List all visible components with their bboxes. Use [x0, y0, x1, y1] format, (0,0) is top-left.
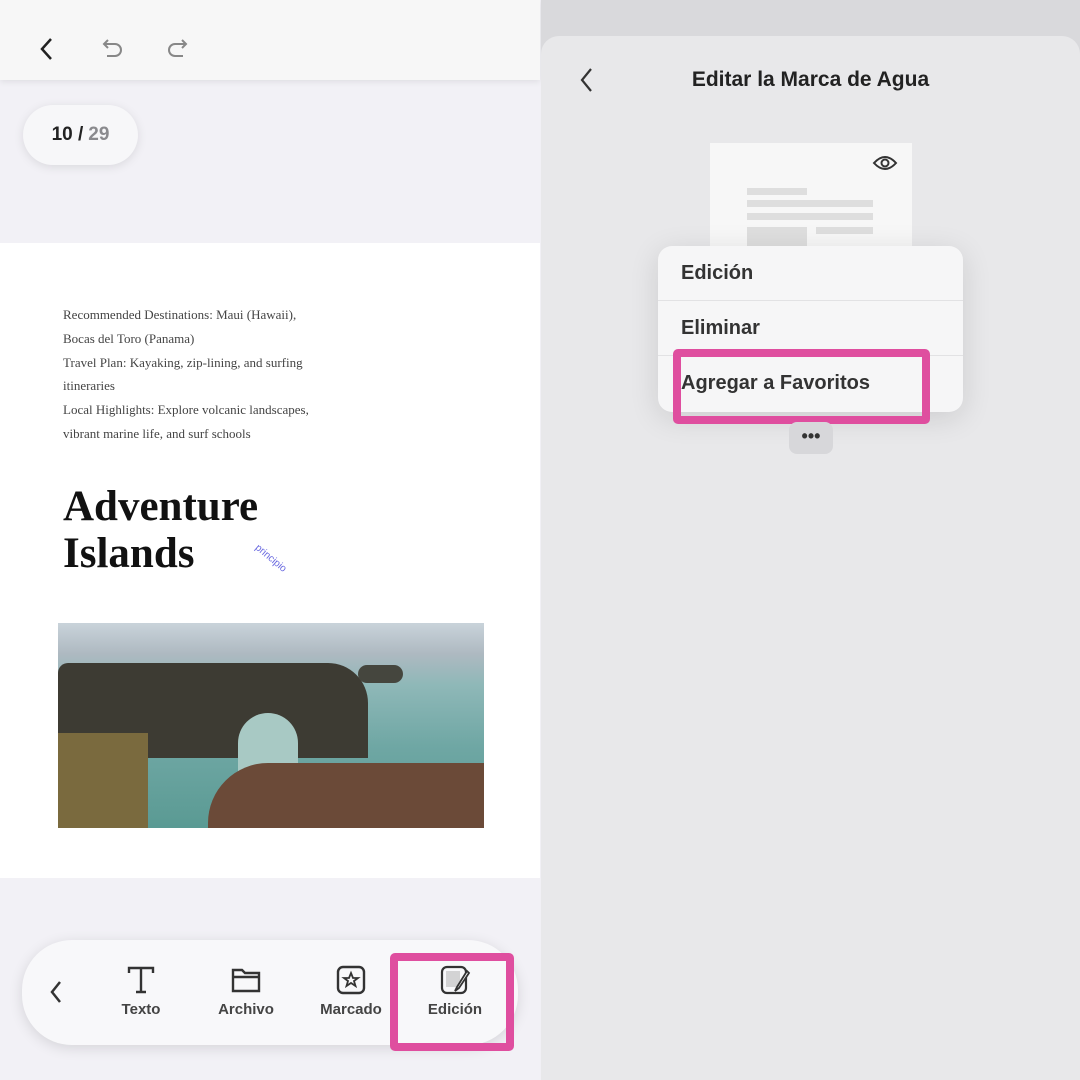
tool-label: Marcado	[320, 1001, 382, 1018]
highlight-box	[390, 953, 514, 1051]
menu-item-eliminar[interactable]: Eliminar	[658, 301, 963, 356]
tool-marcado[interactable]: Marcado	[311, 965, 391, 1018]
text-line: itineraries	[63, 378, 115, 394]
menu-item-edicion[interactable]: Edición	[658, 246, 963, 301]
sheet-title: Editar la Marca de Agua	[691, 68, 930, 91]
current-page: 10 /	[51, 124, 84, 145]
heading-line: Islands	[63, 530, 195, 577]
total-pages: 29	[88, 124, 110, 145]
page-counter[interactable]: 10 /29	[23, 105, 138, 165]
watermark-editor-screen: Editar la Marca de Agua Edición Eliminar…	[541, 0, 1080, 1080]
back-icon[interactable]	[33, 34, 63, 64]
text-line: Travel Plan: Kayaking, zip-lining, and s…	[63, 354, 303, 370]
text-icon	[127, 966, 155, 994]
tool-texto[interactable]: Texto	[101, 965, 181, 1018]
watermark-text[interactable]: principio	[253, 542, 289, 574]
top-bar	[0, 0, 540, 80]
redo-icon[interactable]	[163, 34, 193, 64]
tool-label: Texto	[121, 1001, 161, 1018]
text-line: vibrant marine life, and surf schools	[63, 425, 251, 441]
watermark-sheet: Editar la Marca de Agua Edición Eliminar…	[541, 36, 1080, 1080]
text-line: Local Highlights: Explore volcanic lands…	[63, 402, 309, 418]
highlight-box	[673, 349, 930, 424]
folder-icon	[231, 968, 261, 993]
sea-arch-photo	[58, 623, 484, 828]
body-text: Recommended Destinations: Maui (Hawaii),…	[63, 303, 343, 446]
more-options-button[interactable]: •••	[789, 422, 833, 454]
toolbar-back-icon[interactable]	[44, 978, 68, 1006]
pdf-editor-screen: 10 /29 Recommended Destinations: Maui (H…	[0, 0, 540, 1080]
heading-line: Adventure	[63, 483, 259, 530]
star-stamp-icon	[336, 965, 366, 995]
text-line: Recommended Destinations: Maui (Hawaii),	[63, 307, 297, 322]
text-line: Bocas del Toro (Panama)	[63, 330, 195, 346]
tool-label: Archivo	[218, 1001, 274, 1018]
undo-icon[interactable]	[97, 34, 127, 64]
tool-archivo[interactable]: Archivo	[206, 965, 286, 1018]
document-heading: Adventure Islands	[63, 483, 258, 577]
eye-icon[interactable]	[872, 153, 898, 173]
document-page: Recommended Destinations: Maui (Hawaii),…	[0, 243, 540, 878]
